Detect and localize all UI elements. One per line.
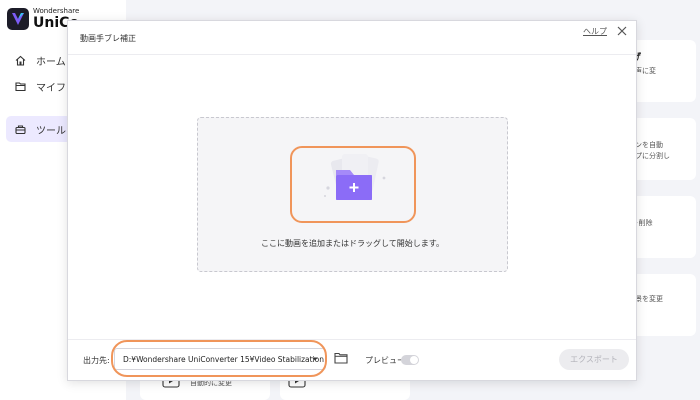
chevron-down-icon xyxy=(312,357,318,361)
sidebar-item-label: ツール xyxy=(36,125,66,137)
export-button[interactable]: エクスポート xyxy=(559,349,629,370)
output-path-value: D:¥Wondershare UniConverter 15¥Video Sta… xyxy=(123,354,325,364)
divider xyxy=(68,339,636,340)
drop-zone-text: ここに動画を追加またはドラッグして開始します。 xyxy=(261,239,444,248)
add-folder-icon[interactable] xyxy=(306,148,402,218)
divider xyxy=(68,54,636,55)
output-path-select[interactable]: D:¥Wondershare UniConverter 15¥Video Sta… xyxy=(114,348,326,370)
toggle-knob xyxy=(410,356,418,364)
brand-name-small: Wondershare xyxy=(33,7,80,15)
output-location-label: 出力先: xyxy=(83,356,110,365)
video-stabilization-dialog: 動画手ブレ補正 ヘルプ ここに動画を追加またはドラッグして開始します。 出力先:… xyxy=(67,20,637,381)
open-folder-icon[interactable] xyxy=(334,352,348,364)
close-button[interactable] xyxy=(614,23,630,39)
preview-label: プレビュー xyxy=(365,356,405,365)
uniconverter-logo-icon xyxy=(7,8,29,30)
video-drop-zone[interactable]: ここに動画を追加またはドラッグして開始します。 xyxy=(197,117,508,272)
preview-toggle[interactable] xyxy=(401,355,419,365)
dialog-title: 動画手ブレ補正 xyxy=(80,34,136,43)
help-link[interactable]: ヘルプ xyxy=(583,26,607,37)
close-icon xyxy=(617,26,627,36)
home-icon xyxy=(14,54,26,66)
sidebar-item-label: ホーム xyxy=(36,56,66,68)
toolbox-icon xyxy=(14,123,26,135)
my-files-icon xyxy=(14,80,26,92)
